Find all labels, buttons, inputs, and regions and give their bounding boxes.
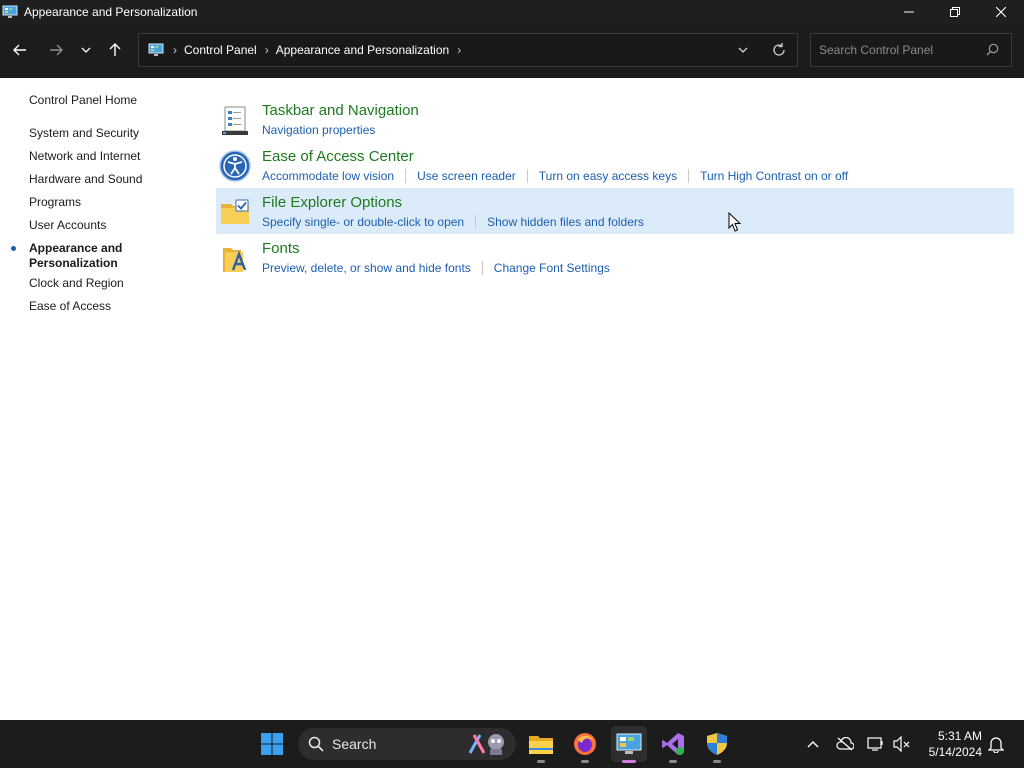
clock-date: 5/14/2024: [928, 745, 982, 759]
link-preview-fonts[interactable]: Preview, delete, or show and hide fonts: [262, 261, 471, 275]
ease-of-access-icon[interactable]: [219, 150, 251, 182]
fonts-icon[interactable]: [219, 242, 251, 274]
sidebar-item-network[interactable]: Network and Internet: [29, 149, 140, 164]
close-button[interactable]: [978, 0, 1024, 24]
firefox-taskbar-button[interactable]: [567, 726, 603, 763]
search-box[interactable]: [810, 33, 1012, 67]
category-fonts: Fonts Preview, delete, or show and hide …: [216, 234, 1014, 280]
control-panel-icon: [147, 41, 165, 59]
category-title[interactable]: Fonts: [262, 240, 300, 257]
sidebar-item-programs[interactable]: Programs: [29, 195, 81, 210]
control-panel-taskbar-button[interactable]: [611, 726, 647, 763]
restore-button[interactable]: [932, 0, 978, 24]
search-icon: [308, 736, 324, 752]
up-button[interactable]: [103, 38, 127, 62]
sidebar-item-system-security[interactable]: System and Security: [29, 126, 139, 141]
forward-button[interactable]: [44, 38, 68, 62]
category-title[interactable]: Ease of Access Center: [262, 148, 414, 165]
window-title: Appearance and Personalization: [24, 5, 198, 19]
sidebar-item-appearance[interactable]: Appearance and Personalization: [29, 241, 122, 271]
sidebar-item-appearance-line2: Personalization: [29, 256, 118, 270]
back-button[interactable]: [8, 38, 32, 62]
category-taskbar-navigation: Taskbar and Navigation Navigation proper…: [216, 96, 1014, 142]
minimize-button[interactable]: [886, 0, 932, 24]
navigation-bar: › Control Panel › Appearance and Persona…: [0, 24, 1024, 78]
search-icon[interactable]: [986, 43, 999, 61]
taskbar-search-label: Search: [332, 736, 377, 752]
sidebar-item-user-accounts[interactable]: User Accounts: [29, 218, 106, 233]
onedrive-icon[interactable]: [835, 734, 855, 754]
volume-muted-icon[interactable]: [892, 734, 912, 754]
chevron-right-icon[interactable]: ›: [457, 43, 461, 57]
address-dropdown-button[interactable]: [725, 34, 761, 66]
folder-options-icon[interactable]: [219, 196, 251, 228]
search-highlight-icon: [466, 731, 510, 757]
sidebar-item-appearance-line1: Appearance and: [29, 241, 123, 255]
taskbar: Search 5:31 AM 5/14/2024: [0, 720, 1024, 768]
clock-time: 5:31 AM: [937, 729, 982, 743]
sidebar-control-panel-home[interactable]: Control Panel Home: [29, 93, 137, 108]
address-bar[interactable]: › Control Panel › Appearance and Persona…: [138, 33, 798, 67]
visual-studio-taskbar-button[interactable]: [655, 726, 691, 763]
taskbar-clock[interactable]: 5:31 AM 5/14/2024: [929, 728, 982, 760]
chevron-right-icon[interactable]: ›: [173, 43, 177, 57]
link-use-screen-reader[interactable]: Use screen reader: [417, 169, 516, 183]
sidebar-item-clock-region[interactable]: Clock and Region: [29, 276, 124, 291]
breadcrumb-appearance[interactable]: Appearance and Personalization: [276, 43, 449, 57]
running-indicator: [622, 760, 636, 763]
running-indicator: [713, 760, 721, 763]
link-accommodate-low-vision[interactable]: Accommodate low vision: [262, 169, 394, 183]
sidebar-item-hardware[interactable]: Hardware and Sound: [29, 172, 142, 187]
active-indicator: [11, 246, 16, 251]
link-show-hidden-files[interactable]: Show hidden files and folders: [487, 215, 644, 229]
link-separator: [405, 169, 407, 183]
start-button[interactable]: [258, 730, 286, 758]
running-indicator: [669, 760, 677, 763]
running-indicator: [581, 760, 589, 763]
sidebar-item-ease-of-access[interactable]: Ease of Access: [29, 299, 111, 314]
chevron-right-icon[interactable]: ›: [265, 43, 269, 57]
title-bar: Appearance and Personalization: [0, 0, 1024, 24]
category-ease-of-access: Ease of Access Center Accommodate low vi…: [216, 142, 1014, 188]
category-title[interactable]: Taskbar and Navigation: [262, 102, 419, 119]
recent-locations-button[interactable]: [74, 38, 98, 62]
category-file-explorer-options: File Explorer Options Specify single- or…: [216, 188, 1014, 234]
notification-bell-icon[interactable]: [986, 734, 1006, 754]
refresh-button[interactable]: [761, 34, 797, 66]
network-icon[interactable]: [866, 734, 886, 754]
search-input[interactable]: [819, 43, 979, 57]
running-indicator: [537, 760, 545, 763]
link-separator: [526, 169, 528, 183]
chevron-up-icon[interactable]: [803, 734, 823, 754]
taskbar-search[interactable]: Search: [298, 728, 516, 760]
control-panel-icon: [2, 4, 18, 20]
file-explorer-taskbar-button[interactable]: [523, 726, 559, 763]
link-change-font-settings[interactable]: Change Font Settings: [494, 261, 610, 275]
category-title[interactable]: File Explorer Options: [262, 194, 402, 211]
link-separator: [481, 261, 483, 275]
link-separator: [475, 215, 477, 229]
breadcrumb-control-panel[interactable]: Control Panel: [184, 43, 257, 57]
link-easy-access-keys[interactable]: Turn on easy access keys: [539, 169, 677, 183]
link-separator: [688, 169, 690, 183]
link-single-double-click[interactable]: Specify single- or double-click to open: [262, 215, 464, 229]
taskbar-icon[interactable]: [219, 104, 251, 136]
link-navigation-properties[interactable]: Navigation properties: [262, 123, 375, 137]
link-high-contrast[interactable]: Turn High Contrast on or off: [700, 169, 848, 183]
mouse-pointer-icon: [728, 211, 742, 238]
security-shield-taskbar-button[interactable]: [699, 726, 735, 763]
